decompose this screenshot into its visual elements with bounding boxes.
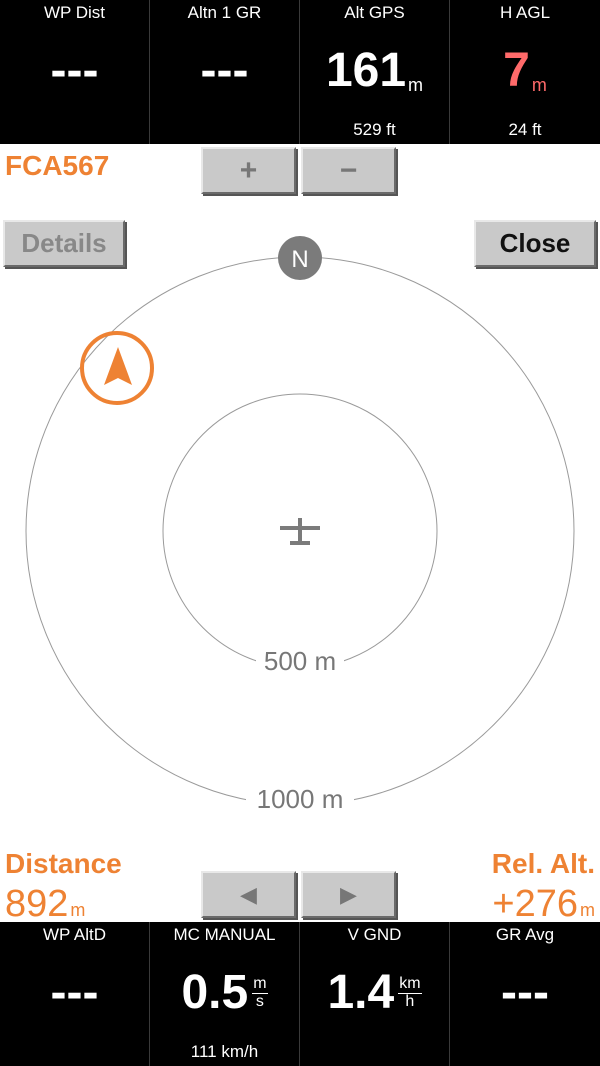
infobox-number: 161: [325, 44, 407, 97]
bottom-infobox-bar: WP AltD --- MC MANUAL 0.5 ms 111 km/h V …: [0, 922, 600, 1066]
infobox-value: 7m: [450, 42, 600, 100]
infobox-title: Alt GPS: [344, 3, 405, 22]
infobox-value: ---: [200, 44, 249, 97]
unit-denominator: s: [255, 992, 264, 1010]
relative-altitude-title: Rel. Alt.: [491, 848, 595, 879]
infobox-comment: 529 ft: [353, 120, 396, 139]
infobox-title: V GND: [347, 925, 402, 944]
infobox-title: Altn 1 GR: [187, 3, 262, 22]
infobox-title: WP Dist: [43, 3, 106, 22]
infobox-value: ---: [501, 966, 549, 1019]
infobox-wp-dist[interactable]: WP Dist ---: [0, 0, 150, 144]
unit-denominator: h: [405, 992, 415, 1010]
infobox-value: ---: [50, 966, 99, 1019]
infobox-gr-avg[interactable]: GR Avg ---: [450, 922, 600, 1066]
infobox-number: 7: [503, 44, 530, 97]
inner-ring-label: 500 m: [264, 646, 336, 676]
infobox-alt-gps[interactable]: Alt GPS 161 m 529 ft: [300, 0, 450, 144]
zoom-in-button[interactable]: +: [201, 147, 296, 194]
infobox-value: ---: [50, 44, 99, 97]
infobox-number: 0.5: [181, 966, 249, 1019]
infobox-unit: ms: [252, 974, 268, 1011]
infobox-title: H AGL: [499, 3, 551, 22]
infobox-h-agl[interactable]: H AGL 7m 24 ft: [450, 0, 600, 144]
unit-numerator: m: [252, 974, 268, 994]
north-icon: N: [278, 236, 322, 280]
distance-unit: m: [70, 900, 86, 920]
previous-target-button[interactable]: ◀: [201, 871, 296, 918]
infobox-mc-manual[interactable]: MC MANUAL 0.5 ms 111 km/h: [150, 922, 300, 1066]
infobox-comment: 111 km/h: [190, 1042, 259, 1061]
zoom-out-button[interactable]: −: [301, 147, 396, 194]
relative-altitude-number: +276: [492, 883, 578, 925]
traffic-target-icon[interactable]: [80, 331, 154, 405]
infobox-unit: m: [531, 75, 547, 95]
infobox-title: WP AltD: [43, 925, 106, 944]
infobox-value: 161 m: [300, 42, 449, 100]
relative-altitude-value: +276 m: [492, 883, 595, 926]
infobox-unit: km h: [398, 974, 422, 1011]
distance-title: Distance: [5, 848, 122, 879]
flarm-radar[interactable]: 500 m 1000 m N: [0, 200, 600, 840]
unit-numerator: km: [398, 974, 422, 994]
top-infobox-bar: WP Dist --- Altn 1 GR --- Alt GPS 161 m 5…: [0, 0, 600, 144]
infobox-title: MC MANUAL: [173, 925, 276, 944]
infobox-unit: m: [408, 75, 424, 95]
infobox-wp-altd[interactable]: WP AltD ---: [0, 922, 150, 1066]
infobox-value: 1.4 km h: [300, 964, 449, 1022]
relative-altitude-unit: m: [580, 900, 595, 920]
infobox-value: 0.5 ms: [150, 964, 299, 1022]
distance-number: 892: [5, 883, 69, 925]
north-label: N: [291, 246, 308, 273]
own-aircraft-icon: [280, 518, 320, 545]
infobox-number: 1.4: [327, 966, 395, 1019]
infobox-v-gnd[interactable]: V GND 1.4 km h: [300, 922, 450, 1066]
next-target-button[interactable]: ▶: [301, 871, 396, 918]
infobox-altn1-gr[interactable]: Altn 1 GR ---: [150, 0, 300, 144]
infobox-comment: 24 ft: [508, 120, 542, 139]
infobox-title: GR Avg: [495, 925, 555, 944]
target-callsign: FCA567: [5, 150, 110, 181]
outer-ring-label: 1000 m: [257, 784, 344, 814]
distance-value: 892 m: [5, 883, 85, 926]
